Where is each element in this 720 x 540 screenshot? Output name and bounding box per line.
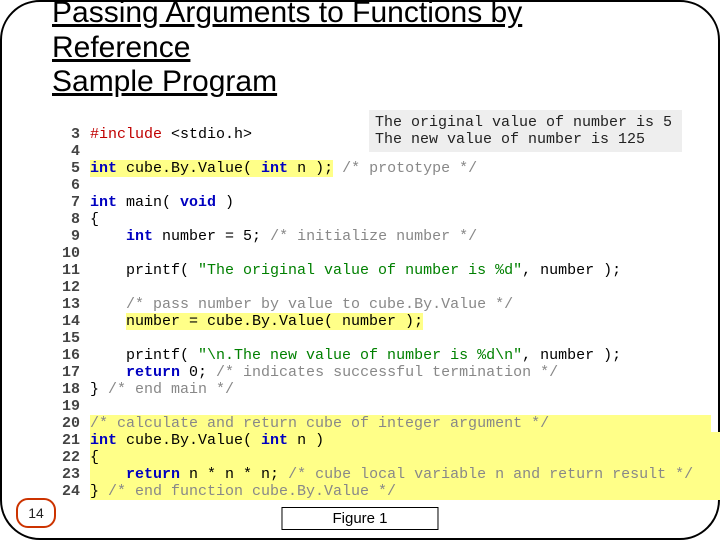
code-line: 7int main( void ) [42,194,684,211]
code-content: } /* end function cube.By.Value */ [90,483,720,500]
code-content: } /* end main */ [90,381,234,398]
code-line: 10 [42,245,684,262]
code-listing: 3#include <stdio.h>45int cube.By.Value( … [42,126,684,500]
code-line: 19 [42,398,684,415]
code-content: { [90,449,720,466]
line-number: 13 [42,296,90,313]
code-line: 18} /* end main */ [42,381,684,398]
code-content: /* pass number by value to cube.By.Value… [90,296,513,313]
code-content: return 0; /* indicates successful termin… [90,364,558,381]
code-content: return n * n * n; /* cube local variable… [90,466,720,483]
code-content: /* calculate and return cube of integer … [90,415,711,432]
line-number: 4 [42,143,90,160]
code-content: { [90,211,99,228]
code-line: 24} /* end function cube.By.Value */ [42,483,684,500]
line-number: 15 [42,330,90,347]
line-number: 14 [42,313,90,330]
line-number: 20 [42,415,90,432]
code-content: int number = 5; /* initialize number */ [90,228,477,245]
line-number: 17 [42,364,90,381]
code-line: 9 int number = 5; /* initialize number *… [42,228,684,245]
code-line: 15 [42,330,684,347]
line-number: 10 [42,245,90,262]
code-line: 13 /* pass number by value to cube.By.Va… [42,296,684,313]
line-number: 6 [42,177,90,194]
line-number: 19 [42,398,90,415]
line-number: 12 [42,279,90,296]
code-content: printf( "The original value of number is… [90,262,621,279]
code-line: 12 [42,279,684,296]
slide-frame: Passing Arguments to Functions byReferen… [0,0,720,540]
code-line: 22{ [42,449,684,466]
page-number-badge: 14 [16,498,56,528]
code-content: printf( "\n.The new value of number is %… [90,347,621,364]
code-line: 16 printf( "\n.The new value of number i… [42,347,684,364]
line-number: 7 [42,194,90,211]
code-line: 23 return n * n * n; /* cube local varia… [42,466,684,483]
code-line: 20/* calculate and return cube of intege… [42,415,684,432]
figure-caption: Figure 1 [281,507,438,530]
line-number: 21 [42,432,90,449]
line-number: 23 [42,466,90,483]
code-content: number = cube.By.Value( number ); [90,313,423,330]
line-number: 11 [42,262,90,279]
line-number: 8 [42,211,90,228]
line-number: 3 [42,126,90,143]
code-content: int cube.By.Value( int n ) [90,432,720,449]
code-line: 6 [42,177,684,194]
line-number: 22 [42,449,90,466]
code-content: int cube.By.Value( int n ); /* prototype… [90,160,477,177]
code-line: 5int cube.By.Value( int n ); /* prototyp… [42,160,684,177]
line-number: 5 [42,160,90,177]
code-line: 14 number = cube.By.Value( number ); [42,313,684,330]
code-line: 11 printf( "The original value of number… [42,262,684,279]
code-line: 17 return 0; /* indicates successful ter… [42,364,684,381]
code-line: 4 [42,143,684,160]
line-number: 18 [42,381,90,398]
code-content: int main( void ) [90,194,234,211]
code-content: #include <stdio.h> [90,126,252,143]
line-number: 24 [42,483,90,500]
line-number: 16 [42,347,90,364]
slide-title: Passing Arguments to Functions byReferen… [52,0,522,100]
code-line: 21int cube.By.Value( int n ) [42,432,684,449]
code-line: 8{ [42,211,684,228]
code-line: 3#include <stdio.h> [42,126,684,143]
line-number: 9 [42,228,90,245]
